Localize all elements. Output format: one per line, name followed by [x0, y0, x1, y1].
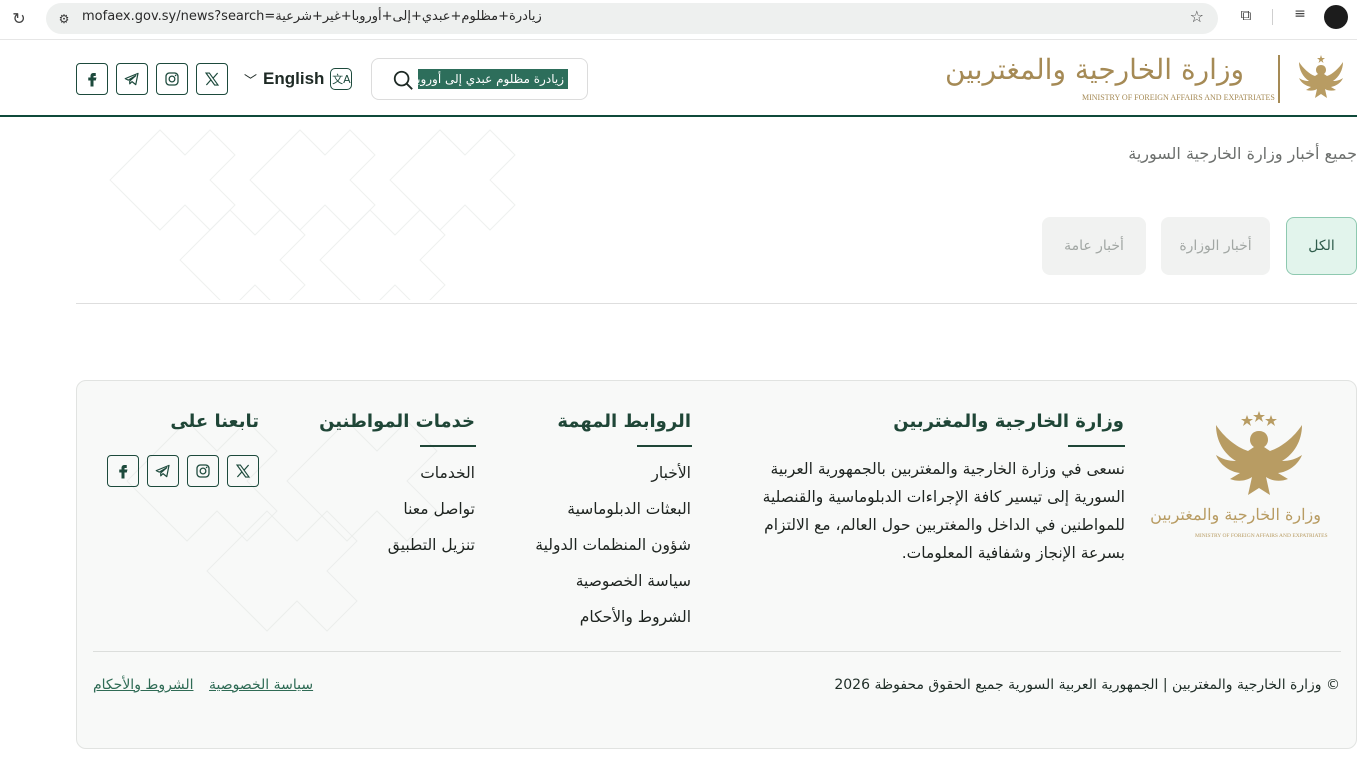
address-bar[interactable]: ⚙ mofaex.gov.sy/news?search=زيادرة+مظلوم…: [46, 3, 1218, 34]
footer-telegram-icon[interactable]: [147, 455, 179, 487]
media-controls-icon[interactable]: ≡: [1290, 6, 1310, 26]
services-title: خدمات المواطنين: [319, 411, 475, 432]
site-settings-icon[interactable]: ⚙: [54, 9, 74, 29]
ministry-logo[interactable]: وزارة الخارجية والمغتربين MINISTRY OF FO…: [945, 53, 1343, 105]
url-text[interactable]: mofaex.gov.sy/news?search=زيادرة+مظلوم+ع…: [82, 9, 542, 24]
bookmark-star-icon[interactable]: ☆: [1190, 7, 1204, 26]
about-title-underline: [1068, 445, 1125, 447]
telegram-icon[interactable]: [116, 63, 148, 95]
important-links-list: الأخبار البعثات الدبلوماسية شؤون المنظما…: [535, 455, 691, 635]
browser-toolbar: ↻ ⚙ mofaex.gov.sy/news?search=زيادرة+مظل…: [0, 0, 1357, 40]
eagle-emblem-icon: [1299, 55, 1343, 98]
about-title: وزارة الخارجية والمغتربين: [893, 411, 1124, 432]
footer-x-icon[interactable]: [227, 455, 259, 487]
footer-logo-arabic-text: وزارة الخارجية والمغتربين: [1150, 505, 1321, 524]
site-header: ﹀ English 文A زيادرة مظلوم عبدي إلى أوروب…: [0, 41, 1357, 117]
bottom-privacy-link[interactable]: سياسة الخصوصية: [209, 677, 313, 693]
filter-general-news[interactable]: أخبار عامة: [1042, 217, 1146, 275]
footer-link-news[interactable]: الأخبار: [535, 455, 691, 491]
language-label[interactable]: English: [263, 69, 324, 89]
links-title-underline: [637, 445, 692, 447]
footer-link-diplomatic-missions[interactable]: البعثات الدبلوماسية: [535, 491, 691, 527]
citizen-services-list: الخدمات تواصل معنا تنزيل التطبيق: [388, 455, 475, 563]
translate-icon: 文A: [330, 68, 353, 90]
filter-all[interactable]: الكل: [1286, 217, 1357, 275]
footer-link-privacy-policy[interactable]: سياسة الخصوصية: [535, 563, 691, 599]
footer-instagram-icon[interactable]: [187, 455, 219, 487]
filter-ministry-news[interactable]: أخبار الوزارة: [1161, 217, 1270, 275]
page-title: جميع أخبار وزارة الخارجية السورية: [1128, 144, 1357, 163]
profile-avatar[interactable]: [1324, 5, 1348, 29]
bottom-terms-link[interactable]: الشروط والأحكام: [93, 677, 193, 693]
footer-logo-english-text: MINISTRY OF FOREIGN AFFAIRS AND EXPATRIA…: [1195, 533, 1328, 539]
toolbar-divider: [1272, 9, 1273, 25]
x-icon[interactable]: [196, 63, 228, 95]
footer-link-services[interactable]: الخدمات: [388, 455, 475, 491]
links-title: الروابط المهمة: [557, 411, 691, 432]
follow-us-title: تابعنا على: [170, 411, 259, 432]
about-text: نسعى في وزارة الخارجية والمغتربين بالجمه…: [762, 460, 1125, 562]
instagram-icon[interactable]: [156, 63, 188, 95]
footer-link-international-organizations[interactable]: شؤون المنظمات الدولية: [535, 527, 691, 563]
reload-icon[interactable]: ↻: [8, 8, 30, 30]
search-input[interactable]: زيادرة مظلوم عبدي إلى أوروبا غ: [418, 69, 568, 89]
search-box[interactable]: زيادرة مظلوم عبدي إلى أوروبا غ: [371, 58, 588, 100]
footer-eagle-emblem-icon: [1216, 411, 1302, 495]
extensions-icon[interactable]: ⧉: [1236, 6, 1256, 26]
chevron-down-icon: ﹀: [244, 73, 258, 89]
logo-divider: [1278, 55, 1280, 103]
footer-link-download-app[interactable]: تنزيل التطبيق: [388, 527, 475, 563]
search-icon[interactable]: [392, 69, 414, 91]
footer-divider: [93, 651, 1341, 652]
copyright-text: © وزارة الخارجية والمغتربين | الجمهورية …: [834, 677, 1340, 693]
content-divider: [76, 303, 1357, 304]
footer-link-terms[interactable]: الشروط والأحكام: [535, 599, 691, 635]
language-switcher[interactable]: ﹀ English 文A: [244, 67, 353, 91]
decorative-pattern: [109, 129, 516, 300]
logo-arabic-text: وزارة الخارجية والمغتربين: [944, 53, 1244, 86]
footer-facebook-icon[interactable]: [107, 455, 139, 487]
footer-link-contact-us[interactable]: تواصل معنا: [388, 491, 475, 527]
facebook-icon[interactable]: [76, 63, 108, 95]
services-title-underline: [420, 445, 476, 447]
logo-english-text: MINISTRY OF FOREIGN AFFAIRS AND EXPATRIA…: [1082, 93, 1275, 102]
site-footer: وزارة الخارجية والمغتربين MINISTRY OF FO…: [76, 380, 1357, 749]
